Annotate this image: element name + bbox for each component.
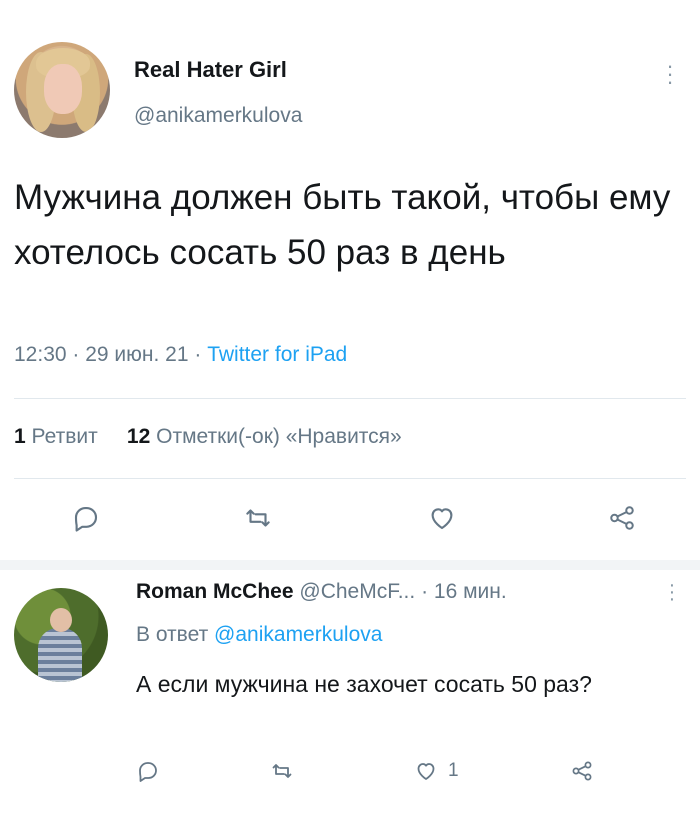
reply-author-avatar[interactable] bbox=[14, 588, 108, 682]
retweets-label[interactable]: Ретвит bbox=[32, 425, 98, 448]
like-button[interactable] bbox=[424, 500, 460, 536]
tweet-source[interactable]: Twitter for iPad bbox=[207, 343, 347, 366]
retweet-icon bbox=[272, 764, 292, 778]
reply-text: А если мужчина не захочет сосать 50 раз? bbox=[136, 671, 592, 697]
reply-time[interactable]: · 16 мин. bbox=[421, 580, 507, 603]
reply-like-button[interactable]: 1 bbox=[414, 756, 459, 786]
likes-label[interactable]: Отметки(-ок) «Нравится» bbox=[156, 425, 402, 448]
reply-icon bbox=[74, 506, 98, 532]
like-icon bbox=[431, 508, 453, 530]
tweet-timestamp[interactable]: 12:30 · 29 июн. 21 · bbox=[14, 343, 207, 366]
share-button[interactable] bbox=[604, 500, 640, 536]
reply-to-prefix: В ответ bbox=[136, 623, 215, 646]
tweet-text: Мужчина должен быть такой, чтобы ему хот… bbox=[14, 178, 671, 272]
avatar-face bbox=[44, 64, 82, 114]
retweets-count[interactable]: 1 bbox=[14, 425, 26, 448]
reply-retweet-button[interactable] bbox=[270, 756, 294, 786]
reply-author-name[interactable]: Roman McChee bbox=[136, 580, 294, 603]
like-icon bbox=[417, 763, 435, 780]
reply-share-button[interactable] bbox=[570, 756, 594, 786]
reply-like-count: 1 bbox=[448, 760, 459, 781]
author-avatar[interactable] bbox=[14, 42, 110, 138]
avatar-body bbox=[38, 628, 82, 682]
reply-icon bbox=[139, 762, 157, 782]
reply-to-line: В ответ @anikamerkulova bbox=[136, 623, 382, 647]
reply-reply-button[interactable] bbox=[136, 756, 160, 786]
tweet-stats: 1 Ретвит 12 Отметки(-ок) «Нравится» bbox=[14, 425, 402, 449]
reply-author-handle[interactable]: @CheMcF... bbox=[299, 580, 415, 603]
author-handle[interactable]: @anikamerkulova bbox=[134, 104, 302, 128]
section-separator bbox=[0, 560, 700, 570]
retweet-icon bbox=[246, 509, 270, 527]
likes-count[interactable]: 12 bbox=[127, 425, 150, 448]
more-options-icon[interactable]: · · · bbox=[660, 55, 680, 93]
divider bbox=[14, 398, 686, 399]
main-tweet: Real Hater Girl @anikamerkulova · · · Мужч… bbox=[0, 0, 700, 560]
tweet-meta: 12:30 · 29 июн. 21 · Twitter for iPad bbox=[14, 343, 347, 367]
author-name[interactable]: Real Hater Girl bbox=[134, 57, 287, 83]
retweet-button[interactable] bbox=[240, 500, 276, 536]
reply-button[interactable] bbox=[68, 500, 104, 536]
reply-tweet[interactable]: Roman McChee @CheMcF... · 16 мин. · · · В … bbox=[0, 570, 700, 828]
reply-to-handle[interactable]: @anikamerkulova bbox=[214, 623, 382, 646]
share-icon bbox=[572, 761, 592, 781]
share-icon bbox=[610, 506, 634, 530]
reply-more-options-icon[interactable]: · · · bbox=[664, 575, 680, 609]
reply-header: Roman McChee @CheMcF... · 16 мин. bbox=[136, 580, 507, 604]
avatar-head bbox=[50, 608, 72, 632]
divider bbox=[14, 478, 686, 479]
